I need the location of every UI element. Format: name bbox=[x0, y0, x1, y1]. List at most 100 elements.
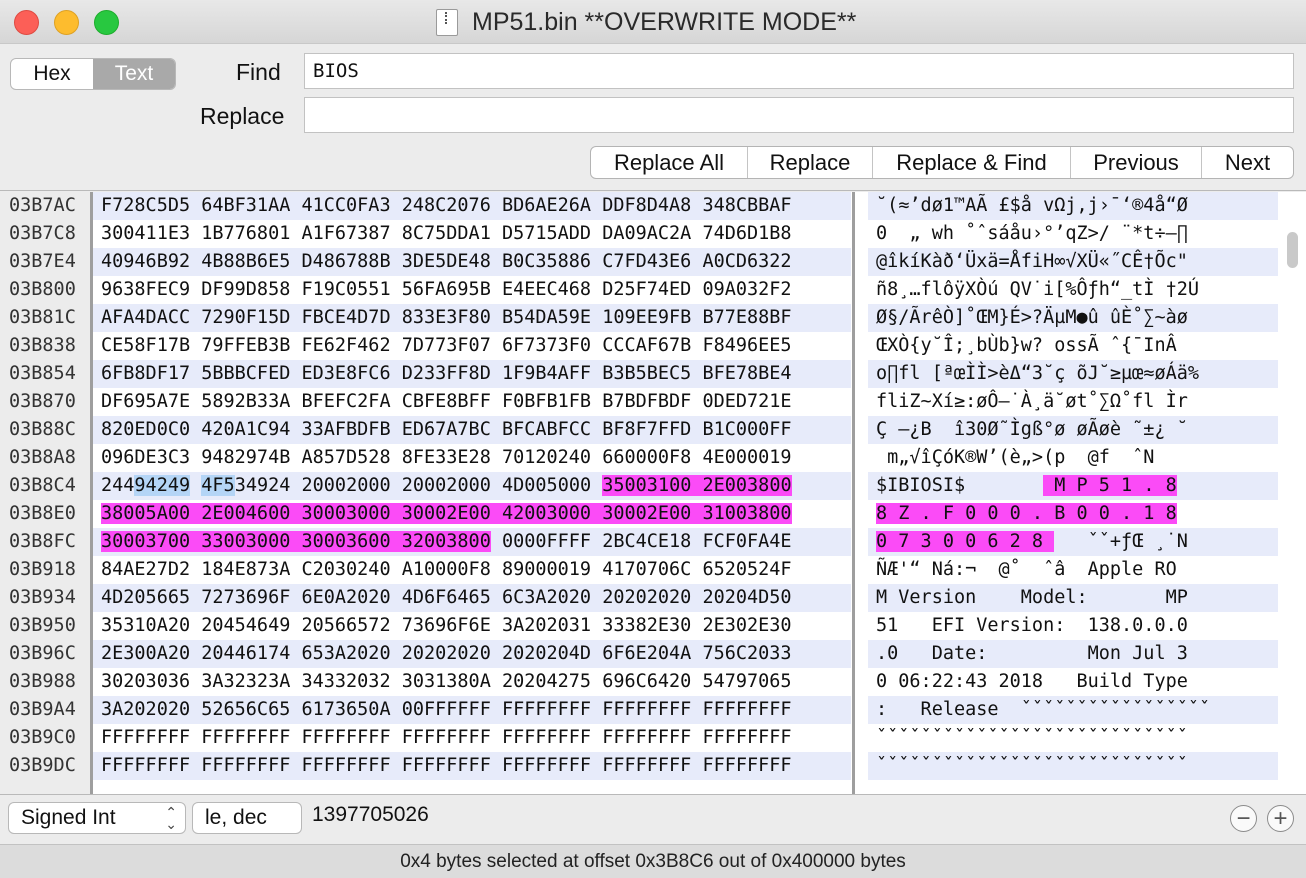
text-row[interactable]: 0 06:22:43 2018 Build Type bbox=[868, 668, 1278, 696]
find-input[interactable] bbox=[305, 54, 1293, 88]
text-row[interactable]: ŒXÒ{y˘Î;¸bÙb}w? ossÃ ˆ{¯InÂ bbox=[868, 332, 1278, 360]
text-row[interactable]: ˘(≈’dø1™AÃ £$å vΩj,j›¯‘®4å“Ø bbox=[868, 192, 1278, 220]
offset-label: 03B934 bbox=[9, 587, 76, 608]
offset-label: 03B8FC bbox=[9, 531, 76, 552]
plus-icon[interactable]: + bbox=[1267, 805, 1294, 832]
hex-row[interactable]: 30203036 3A32323A 34332032 3031380A 2020… bbox=[93, 668, 851, 696]
text-row[interactable]: .0 Date: Mon Jul 3 bbox=[868, 640, 1278, 668]
replace-input[interactable] bbox=[305, 98, 1293, 132]
text-row[interactable]: Ø§/ÃrêÒ]˚ŒM}É>?ÄµM●û ûÈ˚∑~àø bbox=[868, 304, 1278, 332]
text-row[interactable]: ÑÆ'“ Ná:¬ @˚ ˆâ Apple RO bbox=[868, 556, 1278, 584]
offset-label: 03B838 bbox=[9, 335, 76, 356]
text-row[interactable]: ˇˇˇˇˇˇˇˇˇˇˇˇˇˇˇˇˇˇˇˇˇˇˇˇˇˇˇˇ bbox=[868, 752, 1278, 780]
maximize-window-button[interactable] bbox=[94, 10, 119, 35]
column-divider[interactable] bbox=[852, 192, 855, 794]
hex-row[interactable]: 35310A20 20454649 20566572 73696F6E 3A20… bbox=[93, 612, 851, 640]
find-toolbar: Hex Text Find Replace Replace All Replac… bbox=[0, 44, 1306, 191]
status-bar: 0x4 bytes selected at offset 0x3B8C6 out… bbox=[0, 844, 1306, 878]
replace-label: Replace bbox=[200, 103, 285, 129]
hex-row[interactable]: 40946B92 4B88B6E5 D486788B 3DE5DE48 B0C3… bbox=[93, 248, 851, 276]
offset-label: 03B9A4 bbox=[9, 699, 76, 720]
hex-mode-segment[interactable]: Hex bbox=[11, 59, 93, 89]
selection-highlight: 94249 bbox=[134, 475, 191, 496]
previous-button[interactable]: Previous bbox=[1071, 147, 1202, 178]
find-label: Find bbox=[236, 59, 281, 85]
replace-and-find-button[interactable]: Replace & Find bbox=[873, 147, 1071, 178]
hex-row[interactable]: FFFFFFFF FFFFFFFF FFFFFFFF FFFFFFFF FFFF… bbox=[93, 752, 851, 780]
offset-label: 03B8C4 bbox=[9, 475, 76, 496]
hex-row[interactable]: FFFFFFFF FFFFFFFF FFFFFFFF FFFFFFFF FFFF… bbox=[93, 724, 851, 752]
replace-field[interactable] bbox=[304, 97, 1294, 133]
next-button[interactable]: Next bbox=[1202, 147, 1293, 178]
offset-label: 03B9C0 bbox=[9, 727, 76, 748]
text-row[interactable]: m„√îÇóK®W’(è„>(p @f ˆN bbox=[868, 444, 1278, 472]
search-match-highlight: 0 7 3 0 0 6 2 8 bbox=[876, 531, 1055, 552]
close-window-button[interactable] bbox=[14, 10, 39, 35]
text-row[interactable]: : Release ˇˇˇˇˇˇˇˇˇˇˇˇˇˇˇˇˇ bbox=[868, 696, 1278, 724]
text-row[interactable]: M Version Model: MP bbox=[868, 584, 1278, 612]
hex-row[interactable]: 4D205665 7273696F 6E0A2020 4D6F6465 6C3A… bbox=[93, 584, 851, 612]
offset-label: 03B870 bbox=[9, 391, 76, 412]
hex-editor: 03B7AC 03B7C8 03B7E4 03B800 03B81C 03B838 03B8… bbox=[0, 192, 1306, 794]
hex-row[interactable]: AFA4DACC 7290F15D FBCE4D7D 833E3F80 B54D… bbox=[93, 304, 851, 332]
search-match-highlight: 8 Z . F 0 0 0 . B 0 0 . 1 8 bbox=[876, 503, 1177, 524]
text-mode-segment[interactable]: Text bbox=[93, 59, 175, 89]
selection-highlight: 4F5 bbox=[201, 475, 235, 496]
hex-row[interactable]: 9638FEC9 DF99D858 F19C0551 56FA695B E4EE… bbox=[93, 276, 851, 304]
hex-row[interactable]: 84AE27D2 184E873A C2030240 A10000F8 8900… bbox=[93, 556, 851, 584]
offset-label: 03B7C8 bbox=[9, 223, 76, 244]
hex-row[interactable]: 300411E3 1B776801 A1F67387 8C75DDA1 D571… bbox=[93, 220, 851, 248]
find-actions: Replace All Replace Replace & Find Previ… bbox=[590, 146, 1294, 179]
text-row[interactable]: ˇˇˇˇˇˇˇˇˇˇˇˇˇˇˇˇˇˇˇˇˇˇˇˇˇˇˇˇ bbox=[868, 724, 1278, 752]
replace-all-button[interactable]: Replace All bbox=[591, 147, 748, 178]
hex-row[interactable]: 820ED0C0 420A1C94 33AFBDFB ED67A7BC BFCA… bbox=[93, 416, 851, 444]
type-select[interactable]: Signed Int ⌃ ⌄ bbox=[8, 802, 186, 834]
text-row[interactable]: @îkíKàð‘Üxä=ÅfiH∞√XÜ«˝CÊ†Õc" bbox=[868, 248, 1278, 276]
offset-label: 03B9DC bbox=[9, 755, 76, 776]
text-row[interactable]: o∏fl [ªœÌÌ>èΔ“3˘ç õJ˘≥µœ≈øÁä% bbox=[868, 360, 1278, 388]
offset-label: 03B854 bbox=[9, 363, 76, 384]
offset-label: 03B7E4 bbox=[9, 251, 76, 272]
hex-text-segmented-control[interactable]: Hex Text bbox=[10, 58, 176, 90]
offset-label: 03B7AC bbox=[9, 195, 76, 216]
search-match-highlight: M P 5 1 . 8 bbox=[1043, 475, 1177, 496]
hex-row[interactable]: 6FB8DF17 5BBBCFED ED3E8FC6 D233FF8D 1F9B… bbox=[93, 360, 851, 388]
hex-row[interactable]: 3A202020 52656C65 6173650A 00FFFFFF FFFF… bbox=[93, 696, 851, 724]
hex-row[interactable]: DF695A7E 5892B33A BFEFC2FA CBFE8BFF F0BF… bbox=[93, 388, 851, 416]
minus-icon[interactable]: − bbox=[1230, 805, 1257, 832]
hex-row[interactable]: F728C5D5 64BF31AA 41CC0FA3 248C2076 BD6A… bbox=[93, 192, 851, 220]
offset-label: 03B800 bbox=[9, 279, 76, 300]
scrollbar-track[interactable] bbox=[1278, 192, 1306, 794]
offset-label: 03B918 bbox=[9, 559, 76, 580]
text-row[interactable]: 8 Z . F 0 0 0 . B 0 0 . 1 8 bbox=[868, 500, 1278, 528]
document-icon bbox=[436, 9, 458, 36]
hex-pane[interactable]: F728C5D5 64BF31AA 41CC0FA3 248C2076 BD6A… bbox=[93, 192, 851, 794]
text-row[interactable]: 0 „ wh ˚ˆsáåu›°’qZ>/ ¨*t÷–∏ bbox=[868, 220, 1278, 248]
data-inspector-bar: Signed Int ⌃ ⌄ le, dec 1397705026 − + bbox=[0, 794, 1306, 844]
type-select-value: Signed Int bbox=[21, 806, 116, 829]
offset-label: 03B8A8 bbox=[9, 447, 76, 468]
hex-row[interactable]: 38005A00 2E004600 30003000 30002E00 4200… bbox=[93, 500, 851, 528]
hex-row[interactable]: 096DE3C3 9482974B A857D528 8FE33E28 7012… bbox=[93, 444, 851, 472]
offset-label: 03B988 bbox=[9, 671, 76, 692]
minimize-window-button[interactable] bbox=[54, 10, 79, 35]
find-field[interactable] bbox=[304, 53, 1294, 89]
offset-label: 03B88C bbox=[9, 419, 76, 440]
text-row[interactable]: 51 EFI Version: 138.0.0.0 bbox=[868, 612, 1278, 640]
text-row[interactable]: ñ8¸…flôÿXÒú QV˙i[%Ôƒh“_tÌ †2Ú bbox=[868, 276, 1278, 304]
hex-row[interactable]: 24494249 4F534924 20002000 20002000 4D00… bbox=[93, 472, 851, 500]
scrollbar-thumb[interactable] bbox=[1287, 232, 1298, 268]
replace-button[interactable]: Replace bbox=[748, 147, 873, 178]
text-row[interactable]: $IBIOSI$ M P 5 1 . 8 bbox=[868, 472, 1278, 500]
text-row[interactable]: fliZ~Xí≥:øÔ–˙À¸ä˘øt˚∑Ω˚fl Ìr bbox=[868, 388, 1278, 416]
inspector-value: 1397705026 bbox=[312, 803, 429, 826]
endian-select[interactable]: le, dec bbox=[192, 802, 302, 834]
hex-row[interactable]: 2E300A20 20446174 653A2020 20202020 2020… bbox=[93, 640, 851, 668]
text-row[interactable]: 0 7 3 0 0 6 2 8 ˇˇ+ƒŒ ¸˙N bbox=[868, 528, 1278, 556]
text-row[interactable]: Ç –¿B î30Ø˜Ìgß°ø øÃøè ˜±¿ ˘ bbox=[868, 416, 1278, 444]
offset-label: 03B96C bbox=[9, 643, 76, 664]
window-title: MP51.bin **OVERWRITE MODE** bbox=[472, 8, 857, 36]
text-pane[interactable]: ˘(≈’dø1™AÃ £$å vΩj,j›¯‘®4å“Ø 0 „ wh ˚ˆsáå… bbox=[868, 192, 1278, 794]
hex-row[interactable]: 30003700 33003000 30003600 32003800 0000… bbox=[93, 528, 851, 556]
hex-row[interactable]: CE58F17B 79FFEB3B FE62F462 7D773F07 6F73… bbox=[93, 332, 851, 360]
